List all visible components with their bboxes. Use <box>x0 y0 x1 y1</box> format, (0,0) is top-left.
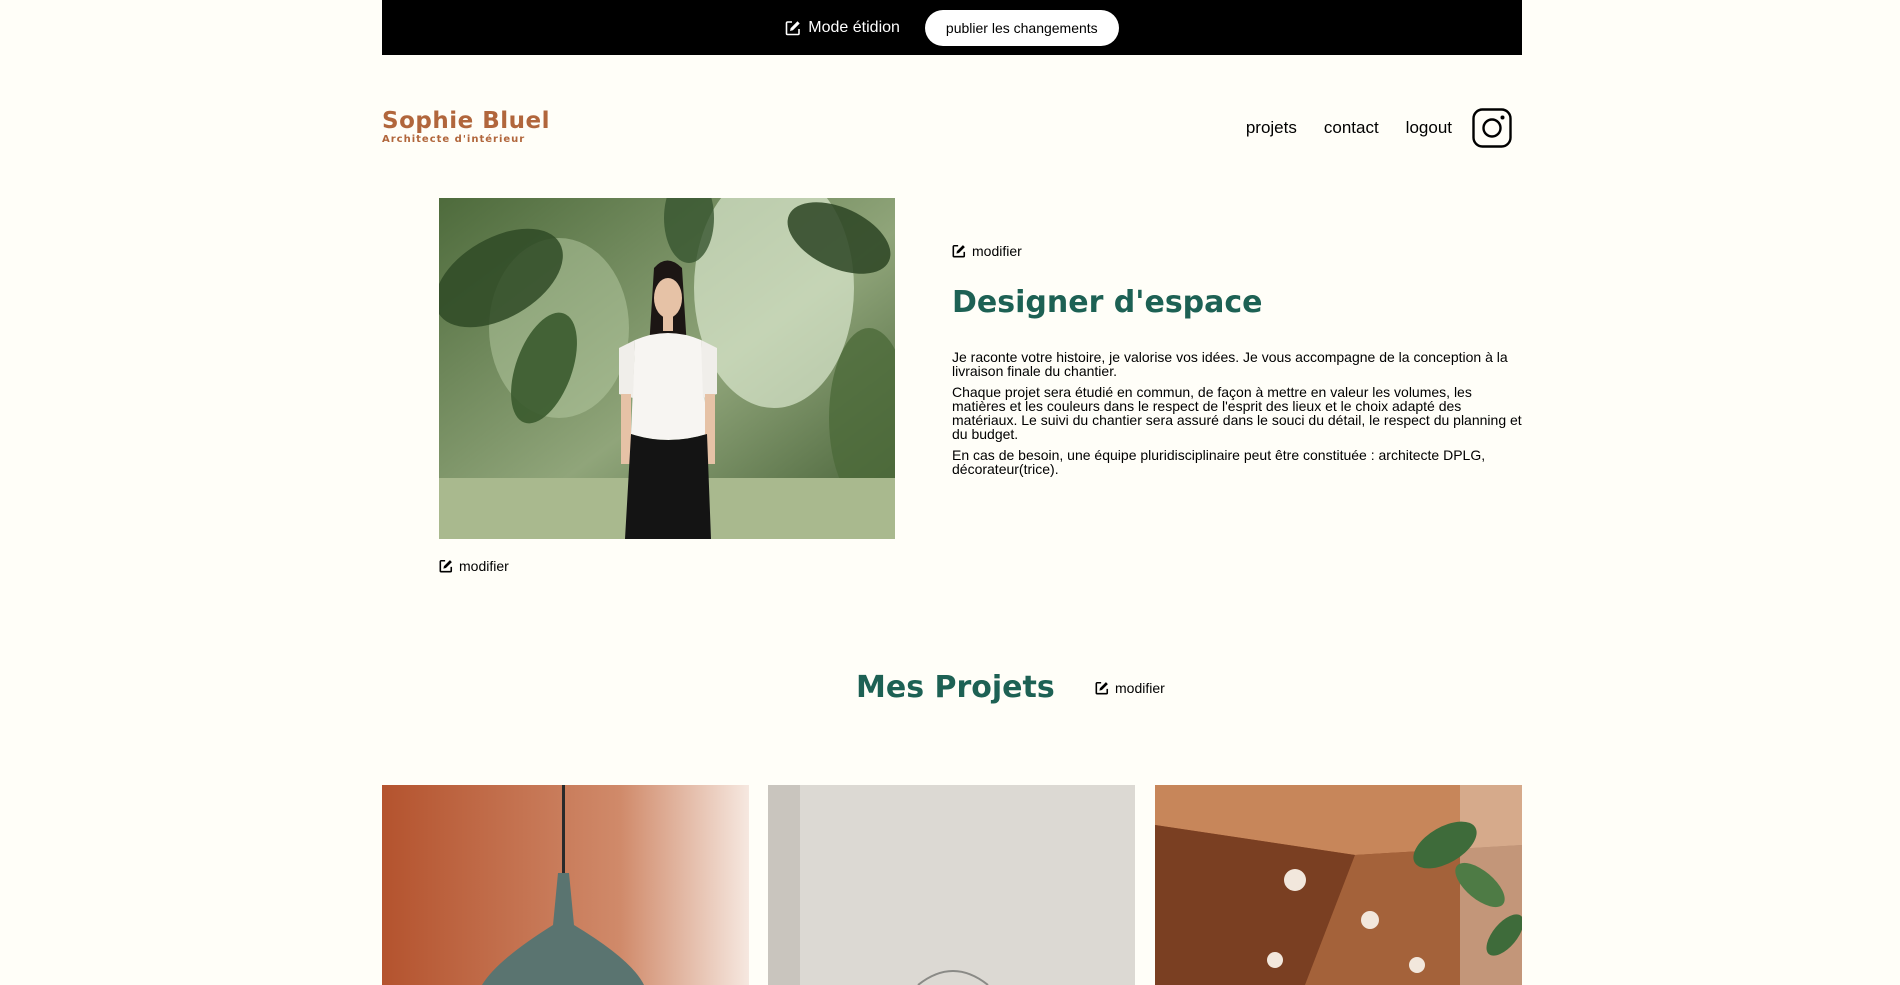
introduction-title: Designer d'espace <box>952 285 1263 320</box>
architect-portrait <box>439 198 895 539</box>
project-image[interactable] <box>768 785 1135 985</box>
logo-name: Sophie Bluel <box>382 108 550 134</box>
logo-subtitle: Architecte d'intérieur <box>382 134 526 145</box>
logo[interactable]: Sophie Bluel Architecte d'intérieur <box>382 108 550 146</box>
modify-projects-button[interactable]: modifier <box>1095 680 1165 696</box>
modify-label: modifier <box>972 243 1022 259</box>
main-nav: projets contact logout <box>1219 107 1522 148</box>
introduction-text: Je raconte votre histoire, je valorise v… <box>952 350 1522 483</box>
introduction-paragraph: Chaque projet sera étudié en commun, de … <box>952 384 1522 442</box>
modify-photo-button[interactable]: modifier <box>439 558 509 574</box>
modify-label: modifier <box>459 558 509 574</box>
publish-changes-button[interactable]: publier les changements <box>924 9 1119 46</box>
nav-link-contact[interactable]: contact <box>1324 118 1379 138</box>
modify-label: modifier <box>1115 680 1165 696</box>
edit-mode-bar: Mode étidion publier les changements <box>382 0 1522 55</box>
nav-link-projects[interactable]: projets <box>1246 118 1297 138</box>
edit-mode-label: Mode étidion <box>808 18 900 36</box>
projects-title: Mes Projets <box>856 670 1055 705</box>
project-image[interactable] <box>1155 785 1522 985</box>
modify-introduction-button[interactable]: modifier <box>952 243 1022 259</box>
project-image[interactable] <box>382 785 749 985</box>
introduction-paragraph: Je raconte votre histoire, je valorise v… <box>952 349 1508 379</box>
nav-link-logout[interactable]: logout <box>1406 118 1452 138</box>
edit-icon <box>785 20 808 36</box>
site-header: Sophie Bluel Architecte d'intérieur proj… <box>382 100 1522 155</box>
introduction-paragraph: En cas de besoin, une équipe pluridiscip… <box>952 447 1486 477</box>
edit-mode-indicator: Mode étidion <box>785 19 900 37</box>
instagram-icon[interactable] <box>1472 107 1512 148</box>
